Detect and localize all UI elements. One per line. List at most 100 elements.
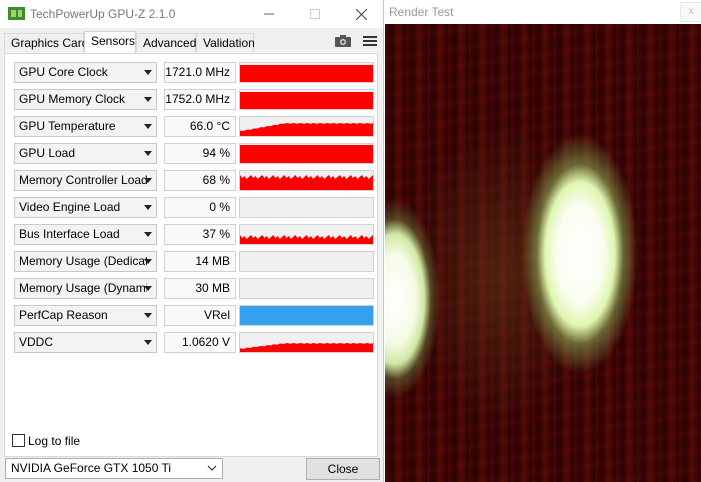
sensor-row: Video Engine Load 0 % [14,197,374,218]
sensor-name-select[interactable]: Memory Usage (Dedicated) [14,251,157,272]
sensor-name-select[interactable]: Memory Usage (Dynamic) [14,278,157,299]
sensor-graph-plot [240,175,373,190]
sensor-graph [239,116,374,137]
close-button[interactable]: Close [306,458,380,480]
graph-fill [240,123,373,136]
tab-sensors[interactable]: Sensors [84,31,136,53]
sensor-name-select[interactable]: VDDC [14,332,157,353]
dropdown-arrow-icon [144,124,152,129]
gpu-select-value: NVIDIA GeForce GTX 1050 Ti [11,461,172,475]
sensor-name: GPU Memory Clock [19,92,126,106]
sensor-row: Memory Usage (Dedicated) 14 MB [14,251,374,272]
sensor-row: PerfCap Reason VRel [14,305,374,326]
sensor-graph [239,278,374,299]
graph-fill [240,343,373,352]
close-window-button[interactable] [338,0,384,28]
dropdown-arrow-icon [144,97,152,102]
sensor-value: 1752.0 MHz [164,89,236,110]
graph-fill [240,92,373,109]
sensor-graph [239,62,374,83]
sensor-value: VRel [164,305,236,326]
sensor-value: 68 % [164,170,236,191]
sensor-name-select[interactable]: PerfCap Reason [14,305,157,326]
sensor-name: GPU Core Clock [19,65,108,79]
dropdown-arrow-icon [144,286,152,291]
close-icon [355,8,367,20]
sensor-graph-plot [240,198,373,217]
sensor-name-select[interactable]: GPU Memory Clock [14,89,157,110]
sensor-name-select[interactable]: Video Engine Load [14,197,157,218]
dropdown-arrow-icon [144,340,152,345]
maximize-button[interactable] [292,0,338,28]
sensor-graph [239,224,374,245]
tab-graphics-card[interactable]: Graphics Card [4,33,88,52]
sensor-row: Memory Controller Load 68 % [14,170,374,191]
menu-icon[interactable] [363,35,377,47]
graph-fill [240,175,373,190]
sensor-value: 94 % [164,143,236,164]
sensor-name: Bus Interface Load [19,227,120,241]
sensor-name-select[interactable]: GPU Load [14,143,157,164]
sensor-graph-plot [240,306,373,325]
sensor-name-select[interactable]: Bus Interface Load [14,224,157,245]
gpu-select[interactable]: NVIDIA GeForce GTX 1050 Ti [5,458,223,479]
sensor-row: GPU Core Clock 1721.0 MHz [14,62,374,83]
tab-advanced[interactable]: Advanced [136,33,196,52]
render-test-window: Render Test x [384,0,701,482]
sensor-value: 1721.0 MHz [164,62,236,83]
log-to-file-checkbox[interactable] [12,434,25,447]
maximize-icon [310,9,320,19]
title-bar: TechPowerUp GPU-Z 2.1.0 [0,0,383,28]
render-canvas [385,24,701,482]
sensor-name: Memory Usage (Dynamic) [19,281,147,295]
sensor-graph [239,170,374,191]
render-window-title: Render Test [389,5,454,19]
sensor-name: VDDC [19,335,54,349]
sensor-graph-plot [240,235,373,244]
sensor-name: GPU Temperature [19,119,116,133]
sensor-name: Memory Usage (Dedicated) [19,254,147,268]
graph-fill [240,65,373,82]
camera-icon[interactable] [335,35,351,47]
sensor-graph-plot [240,252,373,271]
sensor-graph [239,305,374,326]
sensor-row: Memory Usage (Dynamic) 30 MB [14,278,374,299]
graph-fill [240,235,373,244]
render-close-button[interactable]: x [680,2,701,22]
dropdown-arrow-icon [144,178,152,183]
gpu-chip-icon [8,7,25,20]
sensor-row: Bus Interface Load 37 % [14,224,374,245]
sensor-graph-plot [240,65,373,82]
sensor-name: Memory Controller Load [19,173,147,187]
sensor-value: 30 MB [164,278,236,299]
sensor-name: GPU Load [19,146,76,160]
sensor-value: 1.0620 V [164,332,236,353]
graph-fill [240,306,373,325]
dropdown-arrow-icon [144,232,152,237]
dropdown-arrow-icon [144,313,152,318]
sensor-name: Video Engine Load [19,200,121,214]
sensor-name-select[interactable]: Memory Controller Load [14,170,157,191]
dropdown-arrow-icon [144,205,152,210]
tab-validation[interactable]: Validation [196,33,255,52]
minimize-button[interactable] [246,0,292,28]
dropdown-arrow-icon [144,259,152,264]
dropdown-arrow-icon [144,151,152,156]
sensor-name-select[interactable]: GPU Temperature [14,116,157,137]
sensor-graph-plot [240,92,373,109]
minimize-icon [264,13,274,15]
sensor-graph-plot [240,279,373,298]
sensor-row: GPU Memory Clock 1752.0 MHz [14,89,374,110]
sensor-graph [239,332,374,353]
sensor-graph [239,251,374,272]
graph-fill [240,145,373,163]
render-title-bar: Render Test x [384,0,701,24]
sensor-graph [239,197,374,218]
sensor-name-select[interactable]: GPU Core Clock [14,62,157,83]
sensor-value: 0 % [164,197,236,218]
sensor-value: 37 % [164,224,236,245]
sensor-row: GPU Load 94 % [14,143,374,164]
sensor-value: 14 MB [164,251,236,272]
sensor-graph-plot [240,343,373,352]
dropdown-arrow-icon [144,70,152,75]
